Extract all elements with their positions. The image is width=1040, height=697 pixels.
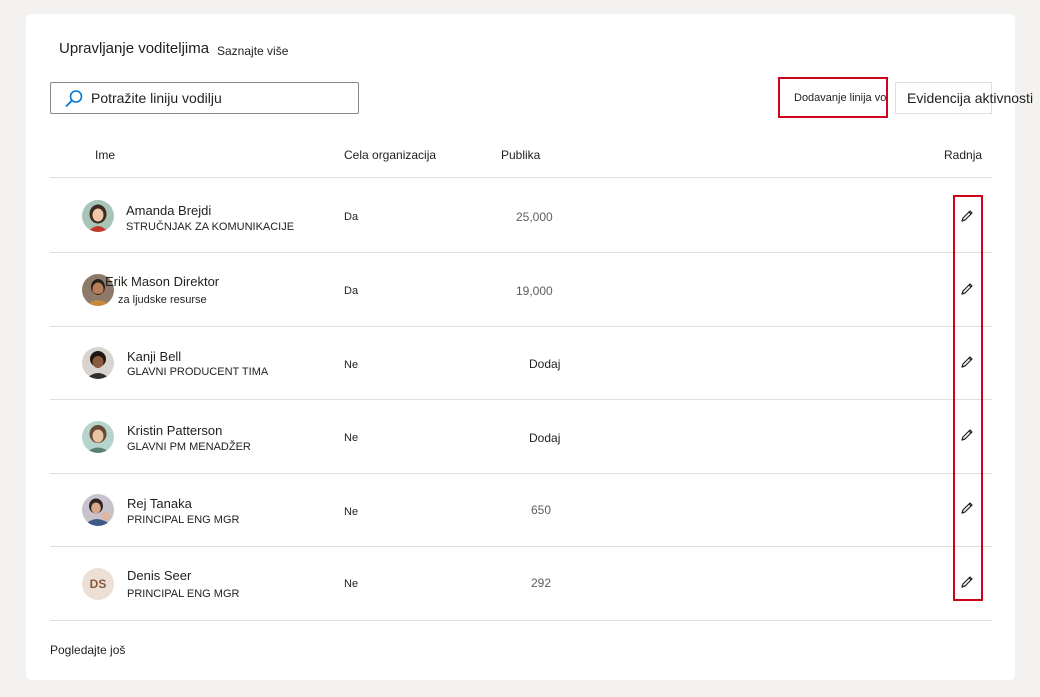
person-title: GLAVNI PRODUCENT TIMA [127,366,269,378]
audience-cell: 25,000 [516,210,553,224]
column-header-audience[interactable]: Publika [501,148,540,162]
edit-button[interactable] [956,497,978,519]
search-icon [65,90,83,107]
avatar [82,494,114,526]
audience-add-link[interactable]: Dodaj [529,357,560,371]
header-divider [50,177,992,178]
avatar [82,347,114,379]
avatar [82,200,114,232]
person-title: STRUČNJAK ZA KOMUNIKACIJE [126,221,295,233]
pencil-icon [961,356,973,368]
person-title: za ljudske resurse [118,294,207,306]
learn-more-link[interactable]: Saznajte više [217,44,288,58]
person-name: Erik Mason Direktor [105,274,220,289]
column-header-action: Radnja [944,148,983,162]
org-cell: Ne [344,506,359,518]
org-cell: Ne [344,359,359,371]
search-input[interactable] [91,83,351,113]
table-row: DS Denis Seer PRINCIPAL ENG MGR Ne 292 [50,547,992,621]
person-name: Kanji Bell [127,349,182,364]
audience-cell: 19,000 [516,284,553,298]
person-name: Denis Seer [127,568,192,583]
search-box[interactable] [50,82,359,114]
person-title: PRINCIPAL ENG MGR [127,514,240,526]
org-cell: Da [344,211,359,223]
page-title: Upravljanje voditeljima [59,40,210,57]
column-header-org[interactable]: Cela organizacija [344,148,436,162]
avatar-initials: DS [82,568,114,600]
avatar [82,421,114,453]
see-more-link[interactable]: Pogledajte još [50,643,125,657]
audience-cell: 650 [531,503,552,517]
add-leader-button[interactable]: Dodavanje linija vodilja [778,77,888,118]
pencil-icon [961,429,973,441]
pencil-icon [961,283,973,295]
table-row: Kristin Patterson GLAVNI PM MENADŽER Ne … [50,400,992,474]
pencil-icon [961,576,973,588]
person-name: Amanda Brejdi [126,203,212,218]
person-title: PRINCIPAL ENG MGR [127,588,240,600]
column-header-name[interactable]: Ime [95,148,115,162]
pencil-icon [961,210,973,222]
edit-button[interactable] [956,205,978,227]
activity-log-button[interactable]: Evidencija aktivnosti [895,82,1033,114]
org-cell: Ne [344,432,359,444]
table-row: Rej Tanaka PRINCIPAL ENG MGR Ne 650 [50,473,992,547]
audience-add-link[interactable]: Dodaj [529,431,560,445]
person-name: Kristin Patterson [127,423,223,438]
table-row: Amanda Brejdi STRUČNJAK ZA KOMUNIKACIJE … [50,179,992,253]
audience-cell: 292 [531,576,552,590]
edit-button[interactable] [956,424,978,446]
person-title: GLAVNI PM MENADŽER [127,441,251,453]
table-row: Erik Mason Direktor za ljudske resurse D… [50,253,992,327]
org-cell: Da [344,285,359,297]
org-cell: Ne [344,578,359,590]
edit-button[interactable] [956,351,978,373]
edit-button[interactable] [956,278,978,300]
pencil-icon [961,502,973,514]
edit-button[interactable] [956,571,978,593]
table-row: Kanji Bell GLAVNI PRODUCENT TIMA Ne Doda… [50,326,992,400]
person-name: Rej Tanaka [127,496,192,511]
